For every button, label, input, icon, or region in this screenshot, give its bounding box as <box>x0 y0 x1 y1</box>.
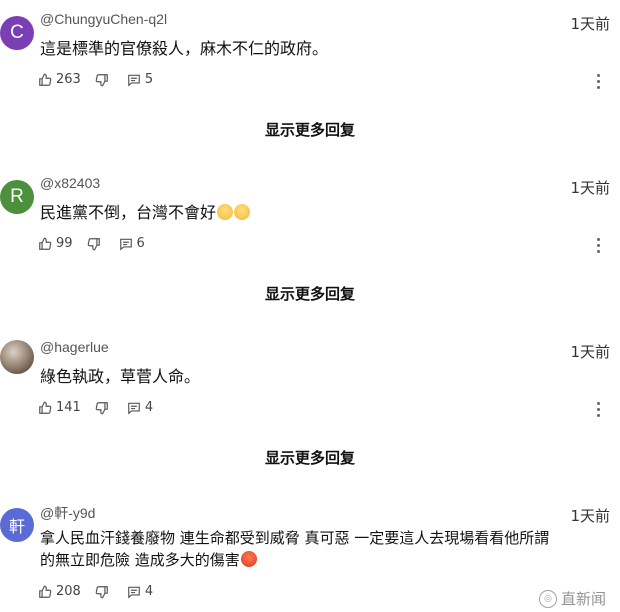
thumbs-up-icon <box>39 401 52 414</box>
like-count: 99 <box>56 236 73 251</box>
angry-face-emoji <box>240 551 257 567</box>
timestamp: 1天前 <box>570 179 610 197</box>
comment-actions: 263 5 <box>38 72 167 87</box>
reply-button[interactable]: 5 <box>127 72 153 87</box>
comment-text-line: 的無立即危險 造成多大的傷害 <box>40 549 608 571</box>
comment-text: 這是標準的官僚殺人，麻木不仁的政府。 <box>40 39 329 58</box>
avatar[interactable]: C <box>0 16 34 50</box>
username[interactable]: @hagerlue <box>40 339 109 355</box>
username[interactable]: @x82403 <box>40 175 100 191</box>
comment-text: 拿人民血汗錢養廢物 連生命都受到威脅 真可惡 一定要這人去現場看看他所謂 的無立… <box>40 527 608 571</box>
comment-actions: 99 6 <box>38 236 159 251</box>
reply-icon <box>127 586 140 598</box>
watermark: ◎ 直新闻 <box>538 588 606 609</box>
like-button[interactable]: 99 <box>38 236 73 251</box>
comment-text-content: 民進黨不倒，台灣不會好 <box>40 203 217 222</box>
avatar[interactable]: R <box>0 180 34 214</box>
dislike-button[interactable] <box>87 237 105 251</box>
reply-icon <box>119 238 132 250</box>
thumbs-down-icon <box>87 237 100 250</box>
thumbs-down-icon <box>95 585 108 598</box>
dislike-button[interactable] <box>95 401 113 415</box>
reply-button[interactable]: 6 <box>119 236 145 251</box>
reply-icon <box>127 74 140 86</box>
reply-icon <box>127 402 140 414</box>
comment-actions: 141 4 <box>38 400 167 415</box>
like-button[interactable]: 208 <box>38 584 81 599</box>
like-count: 141 <box>56 400 81 415</box>
timestamp: 1天前 <box>570 507 610 525</box>
dislike-button[interactable] <box>95 585 113 599</box>
thumbs-up-icon <box>39 585 52 598</box>
show-more-replies-button[interactable]: 显示更多回复 <box>0 447 620 468</box>
watermark-text: 直新闻 <box>560 590 606 608</box>
comment-actions: 208 4 <box>38 584 167 599</box>
like-count: 263 <box>56 72 81 87</box>
thumbs-up-icon <box>39 237 52 250</box>
dislike-button[interactable] <box>95 73 113 87</box>
more-vertical-icon[interactable] <box>596 236 600 254</box>
reply-button[interactable]: 4 <box>127 584 153 599</box>
like-button[interactable]: 141 <box>38 400 81 415</box>
pensive-face-emoji <box>217 204 234 220</box>
avatar-letter: R <box>10 186 24 207</box>
avatar-letter: 軒 <box>8 519 25 536</box>
show-more-replies-button[interactable]: 显示更多回复 <box>0 119 620 140</box>
more-vertical-icon[interactable] <box>596 72 600 90</box>
username[interactable]: @軒-y9d <box>40 503 95 523</box>
show-more-replies-button[interactable]: 显示更多回复 <box>0 283 620 304</box>
comment-text: 綠色執政，草菅人命。 <box>40 367 201 386</box>
timestamp: 1天前 <box>570 343 610 361</box>
reply-count: 4 <box>144 584 154 599</box>
avatar-letter: C <box>10 22 24 43</box>
comment-text: 民進黨不倒，台灣不會好 <box>40 201 608 224</box>
thumbs-down-icon <box>95 73 108 86</box>
like-button[interactable]: 263 <box>38 72 81 87</box>
username[interactable]: @ChungyuChen-q2l <box>40 11 167 27</box>
comment-text-line: 拿人民血汗錢養廢物 連生命都受到威脅 真可惡 一定要這人去現場看看他所謂 <box>40 529 550 547</box>
watermark-logo-icon: ◎ <box>538 589 557 608</box>
reply-count: 6 <box>136 236 145 251</box>
comment-text-content: 的無立即危險 造成多大的傷害 <box>40 551 240 569</box>
pensive-face-emoji <box>234 204 251 220</box>
timestamp: 1天前 <box>570 15 610 33</box>
reply-button[interactable]: 4 <box>127 400 153 415</box>
more-vertical-icon[interactable] <box>596 400 600 418</box>
thumbs-up-icon <box>39 73 52 86</box>
like-count: 208 <box>56 584 81 599</box>
reply-count: 4 <box>144 400 154 415</box>
reply-count: 5 <box>144 72 154 87</box>
avatar-photo[interactable] <box>0 340 34 374</box>
avatar[interactable]: 軒 <box>0 508 34 542</box>
thumbs-down-icon <box>95 401 108 414</box>
